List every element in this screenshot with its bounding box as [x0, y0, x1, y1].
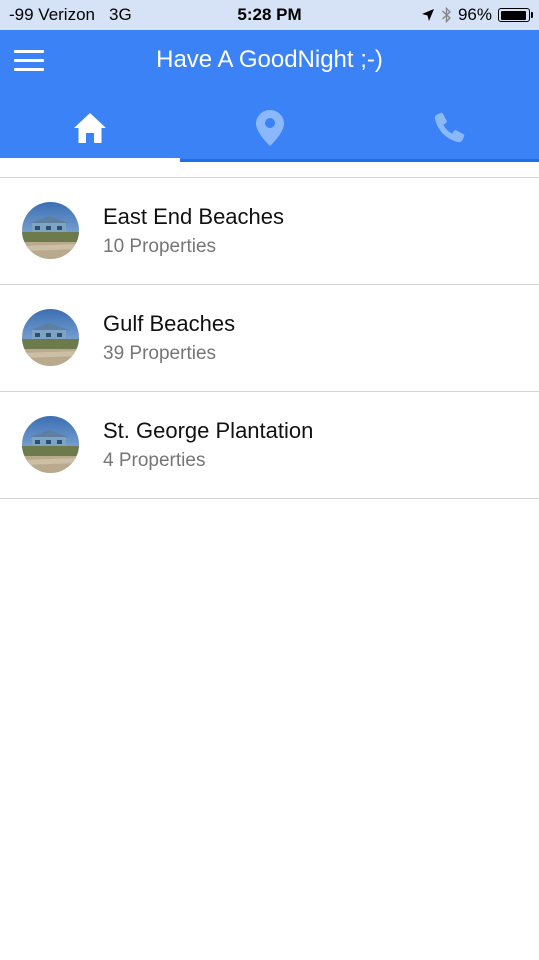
beach-house-photo — [22, 202, 79, 259]
list-item-title: East End Beaches — [103, 204, 285, 229]
app-header: Have A GoodNight ;-) — [0, 30, 539, 162]
battery-fill — [500, 10, 527, 20]
region-list: East End Beaches 10 Properties Gulf Beac… — [0, 177, 539, 499]
avatar — [22, 309, 79, 366]
battery-percent: 96% — [457, 5, 492, 24]
home-icon — [74, 113, 106, 143]
tab-bar — [0, 94, 539, 162]
list-item-subtitle: 4 Properties — [103, 450, 206, 471]
beach-house-photo — [22, 416, 79, 473]
list-item-title: St. George Plantation — [103, 418, 314, 443]
list-item[interactable]: East End Beaches 10 Properties — [0, 178, 539, 285]
beach-house-photo — [22, 309, 79, 366]
list-item-title: Gulf Beaches — [103, 311, 236, 336]
phone-icon — [434, 112, 465, 143]
list-item[interactable]: Gulf Beaches 39 Properties — [0, 285, 539, 392]
avatar — [22, 416, 79, 473]
page-title: Have A GoodNight ;-) — [156, 46, 383, 73]
bluetooth-icon — [441, 6, 451, 24]
battery-cap — [530, 12, 533, 18]
tab-phone[interactable] — [359, 94, 539, 162]
map-pin-icon — [255, 110, 284, 146]
tab-location[interactable] — [180, 94, 359, 162]
location-arrow-icon — [421, 9, 434, 21]
battery-icon — [498, 8, 533, 22]
status-bar: -99 Verizon 3G 5:28 PM 96% — [0, 0, 539, 30]
tab-bar-divider — [180, 159, 539, 162]
status-right: 96% — [421, 5, 533, 25]
list-item[interactable]: St. George Plantation 4 Properties — [0, 392, 539, 499]
tab-home[interactable] — [0, 94, 180, 162]
avatar — [22, 202, 79, 259]
list-item-subtitle: 10 Properties — [103, 236, 217, 257]
active-tab-indicator — [0, 158, 180, 162]
list-item-subtitle: 39 Properties — [103, 343, 217, 364]
